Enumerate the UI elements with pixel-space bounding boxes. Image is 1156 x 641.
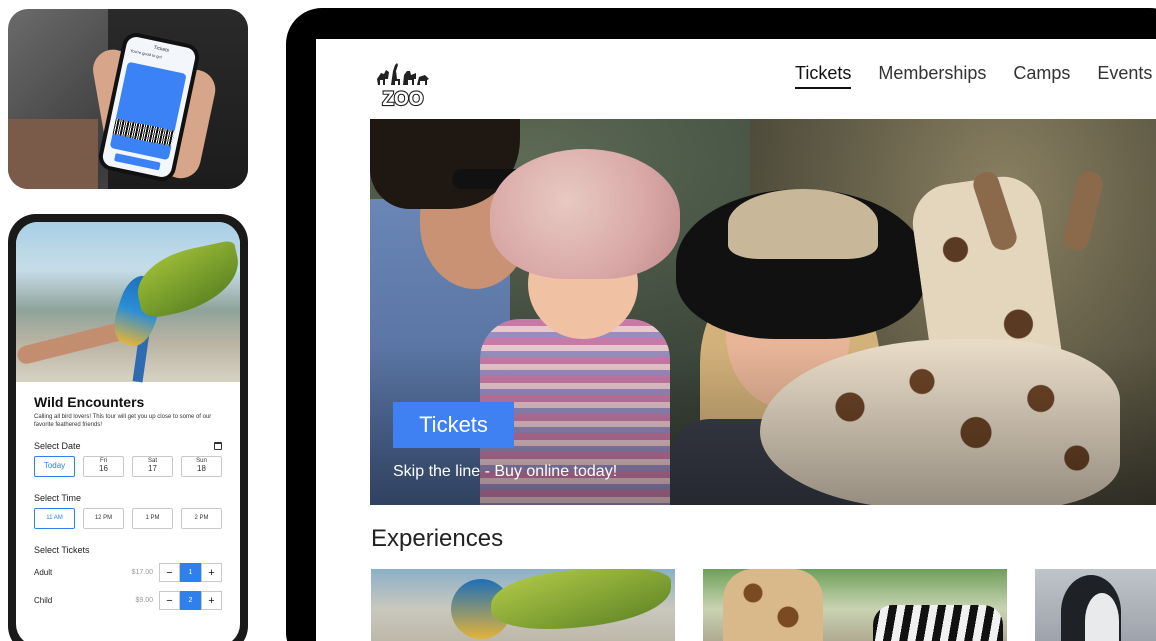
time-label: 12 PM	[94, 514, 113, 521]
ticket-price: $17.00	[131, 569, 153, 577]
experiences-heading: Experiences	[371, 525, 504, 552]
time-label: 11 AM	[46, 514, 63, 521]
decrement-button[interactable]: −	[159, 563, 180, 583]
time-label: 2 PM	[194, 514, 209, 521]
giraffe-figure	[723, 569, 823, 641]
main-nav: Tickets Memberships Camps Events	[795, 63, 1152, 89]
date-option-today[interactable]: Today	[34, 455, 75, 477]
tickets-cta-button[interactable]: Tickets	[393, 402, 514, 448]
select-date-label-row: Select Date	[34, 441, 222, 451]
time-option-1pm[interactable]: 1 PM	[132, 507, 173, 529]
time-options: 11 AM 12 PM 1 PM 2 PM	[34, 507, 222, 529]
zebra-figure	[873, 605, 1003, 641]
date-option-sat[interactable]: Sat 17	[132, 455, 173, 477]
date-option-sun[interactable]: Sun 18	[181, 455, 222, 477]
nav-camps[interactable]: Camps	[1013, 63, 1070, 89]
select-tickets-label: Select Tickets	[34, 544, 90, 555]
experience-card-penguin[interactable]	[1035, 569, 1156, 641]
increment-button[interactable]: +	[201, 591, 222, 611]
phone-booking: Wild Encounters Calling all bird lovers!…	[8, 214, 248, 641]
select-time-label-row: Select Time	[34, 493, 222, 503]
time-option-12pm[interactable]: 12 PM	[83, 507, 124, 529]
booking-description: Calling all bird lovers! This tour will …	[34, 414, 212, 428]
mobile-ticket-card	[109, 61, 187, 161]
date-option-fri[interactable]: Fri 16	[83, 455, 124, 477]
date-day: Today	[43, 460, 66, 470]
nav-events[interactable]: Events	[1097, 63, 1152, 89]
hero-banner: Tickets Skip the line - Buy online today…	[370, 119, 1156, 505]
quantity-value: 2	[180, 591, 201, 611]
date-num: 18	[197, 463, 206, 473]
booking-screen: Wild Encounters Calling all bird lovers!…	[16, 222, 240, 641]
nav-memberships[interactable]: Memberships	[878, 63, 986, 89]
time-option-2pm[interactable]: 2 PM	[181, 507, 222, 529]
zoo-website: ZOO Tickets Memberships Camps Events Tic…	[316, 39, 1156, 641]
zoo-logo-text: ZOO	[382, 89, 423, 107]
ticket-row-child: Child $9.00 − 2 +	[34, 591, 222, 611]
showcase-stage: Tickets You're good to go! Wild Encounte…	[0, 0, 1156, 641]
date-num: 16	[99, 463, 108, 473]
ticket-price: $9.00	[135, 597, 153, 605]
photo-leg	[8, 119, 98, 189]
experience-card-giraffe[interactable]	[703, 569, 1007, 641]
nav-tickets[interactable]: Tickets	[795, 63, 852, 89]
parrot-wing	[491, 569, 671, 629]
time-label: 1 PM	[145, 514, 160, 521]
select-tickets-label-row: Select Tickets	[34, 545, 222, 555]
quantity-value: 1	[180, 563, 201, 583]
date-num: 17	[148, 463, 157, 473]
quantity-stepper: − 2 +	[159, 591, 222, 611]
hero-girl-hat	[490, 149, 680, 279]
booking-content: Wild Encounters Calling all bird lovers!…	[34, 394, 222, 611]
hero-woman-hat-crown	[728, 189, 878, 259]
parrot-photo	[16, 222, 240, 383]
parrot-wing	[130, 239, 240, 321]
increment-button[interactable]: +	[201, 563, 222, 583]
ticket-row-adult: Adult $17.00 − 1 +	[34, 563, 222, 583]
hero-tagline: Skip the line - Buy online today!	[393, 463, 618, 480]
select-time-label: Select Time	[34, 492, 82, 503]
date-options: Today Fri 16 Sat 17 Sun 18	[34, 455, 222, 477]
ticket-type: Adult	[34, 568, 53, 578]
calendar-icon[interactable]	[214, 441, 222, 450]
booking-title: Wild Encounters	[34, 394, 145, 410]
decrement-button[interactable]: −	[159, 591, 180, 611]
penguin-belly	[1085, 593, 1119, 641]
time-option-11am[interactable]: 11 AM	[34, 507, 75, 529]
select-date-label: Select Date	[34, 440, 81, 451]
phone-ticket-photo: Tickets You're good to go!	[8, 9, 248, 189]
ticket-type: Child	[34, 596, 53, 606]
zoo-logo-icon[interactable]: ZOO	[373, 55, 433, 107]
experience-card-birds[interactable]	[371, 569, 675, 641]
quantity-stepper: − 1 +	[159, 563, 222, 583]
